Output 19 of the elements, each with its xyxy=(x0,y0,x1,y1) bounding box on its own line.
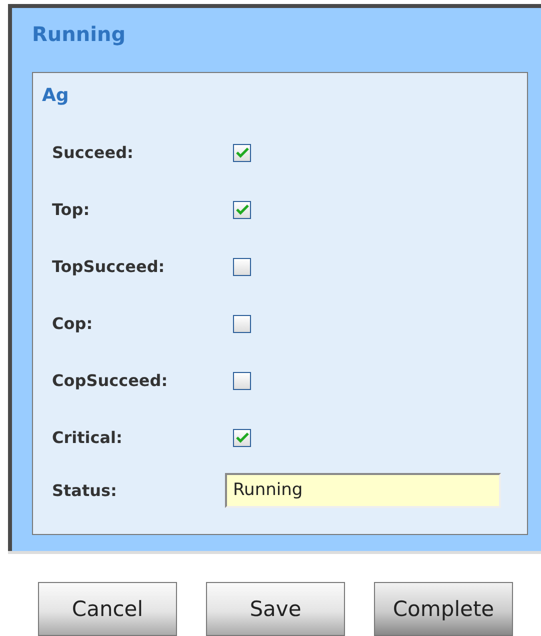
field-label: Status: xyxy=(51,480,118,500)
field-label: CopSucceed: xyxy=(51,371,169,390)
checkbox[interactable] xyxy=(233,200,251,218)
status-field[interactable]: Running xyxy=(225,472,501,508)
checkbox[interactable] xyxy=(233,314,251,332)
field-label: Succeed: xyxy=(51,143,134,162)
checkbox[interactable] xyxy=(233,258,251,276)
panel-title: Running xyxy=(32,21,126,48)
checkbox[interactable] xyxy=(233,144,251,162)
field-label: TopSucceed: xyxy=(51,257,166,276)
field-label: Cop: xyxy=(51,314,94,333)
action-button[interactable]: Save xyxy=(206,582,345,636)
field-label: Top: xyxy=(51,200,91,219)
checkbox[interactable] xyxy=(233,372,251,390)
group-title: Ag xyxy=(42,85,69,106)
field-label: Critical: xyxy=(51,428,124,447)
checkbox[interactable] xyxy=(233,428,251,446)
action-button[interactable]: Complete xyxy=(374,582,513,636)
action-button[interactable]: Cancel xyxy=(38,582,177,636)
